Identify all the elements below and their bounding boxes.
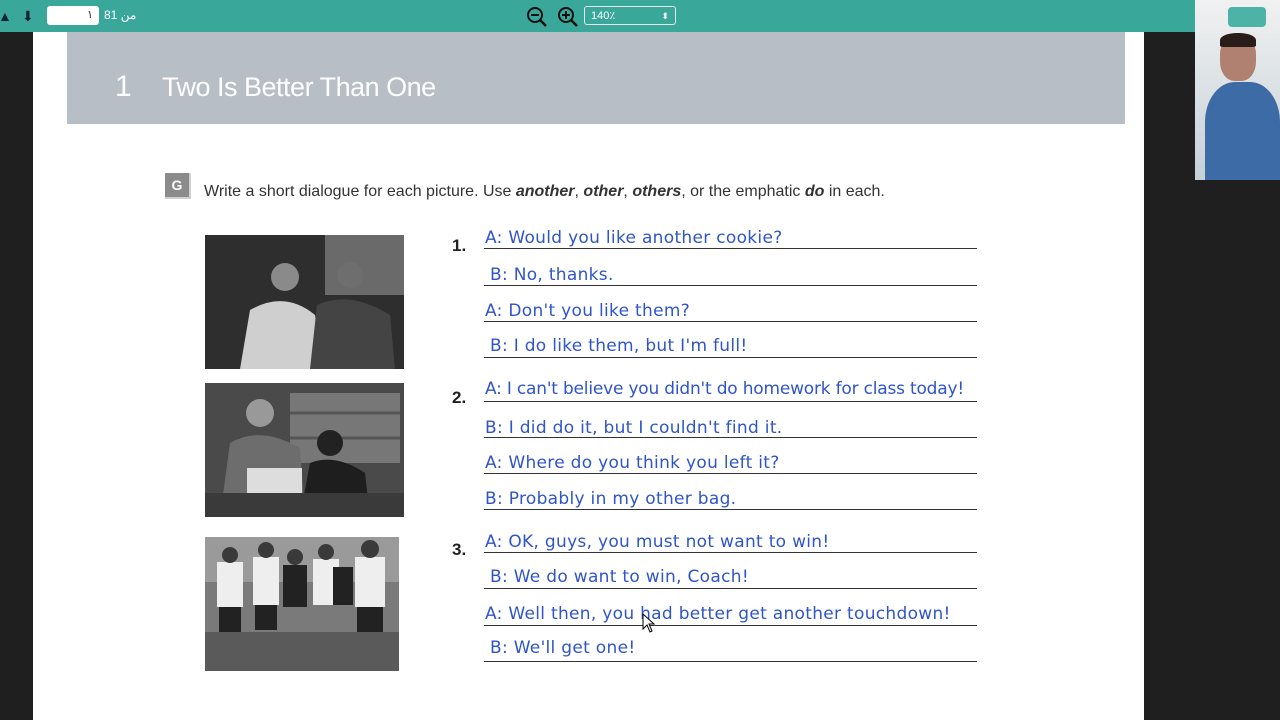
handwritten-answer: A: Don't you like them? — [485, 301, 691, 321]
dialogue-number: 3. — [452, 540, 467, 559]
handwritten-answer: A: I can't believe you didn't do homewor… — [485, 379, 964, 399]
chapter-banner: 1 Two Is Better Than One — [67, 32, 1125, 124]
photo-library-laptop — [205, 383, 404, 517]
arrow-down-icon[interactable]: ⬇ — [22, 8, 34, 25]
dialogue-number: 1. — [452, 236, 467, 255]
answer-line — [484, 509, 977, 510]
handwritten-answer: A: OK, guys, you must not want to win! — [485, 532, 830, 552]
pdf-toolbar: ▲ ⬇ ١ من 81 140٪ ⬍ — [0, 0, 1195, 32]
answer-line — [484, 321, 977, 322]
answer-line — [484, 357, 977, 358]
zoom-value: 140٪ — [591, 10, 616, 22]
answer-line — [484, 473, 977, 474]
photo-football-team — [205, 537, 399, 671]
answer-line — [484, 661, 977, 662]
zoom-in-button[interactable] — [557, 6, 579, 28]
answer-line — [484, 285, 977, 286]
zoom-select[interactable]: 140٪ ⬍ — [584, 6, 676, 25]
handwritten-answer: B: I do like them, but I'm full! — [490, 336, 748, 356]
zoom-out-button[interactable] — [526, 6, 548, 28]
answer-line — [484, 552, 977, 553]
pdf-page: 1 Two Is Better Than One G Write a short… — [33, 32, 1144, 720]
handwritten-answer: B: We do want to win, Coach! — [490, 567, 749, 587]
chapter-number: 1 — [115, 70, 132, 103]
dialogue-number: 2. — [452, 388, 467, 407]
handwritten-answer: B: Probably in my other bag. — [485, 489, 737, 509]
exercise-instruction: Write a short dialogue for each picture.… — [204, 183, 885, 200]
webcam-hair — [1220, 33, 1256, 47]
handwritten-answer: A: Would you like another cookie? — [485, 228, 783, 248]
exercise-letter: G — [165, 173, 191, 199]
answer-line — [484, 248, 977, 249]
webcam-shirt — [1205, 82, 1280, 180]
photo-two-men-talking — [205, 235, 404, 369]
answer-line — [484, 625, 977, 626]
handwritten-answer: A: Where do you think you left it? — [485, 453, 780, 473]
handwritten-answer: A: Well then, you had better get another… — [485, 604, 951, 624]
arrow-up-icon[interactable]: ▲ — [0, 8, 12, 24]
answer-line — [484, 588, 977, 589]
chapter-title: Two Is Better Than One — [162, 72, 436, 102]
handwritten-answer: B: I did do it, but I couldn't find it. — [485, 418, 783, 438]
webcam-overlay — [1195, 0, 1280, 180]
page-total-label: من 81 — [104, 8, 137, 22]
logo-badge — [1228, 7, 1266, 27]
select-caret-icon: ⬍ — [661, 11, 669, 21]
answer-line — [484, 401, 977, 402]
zoom-in-icon — [558, 7, 578, 27]
mouse-cursor-icon — [642, 612, 656, 638]
zoom-out-icon — [527, 7, 547, 27]
page-number-input[interactable]: ١ — [47, 6, 99, 25]
handwritten-answer: B: No, thanks. — [490, 265, 614, 285]
handwritten-answer: B: We'll get one! — [490, 638, 636, 658]
